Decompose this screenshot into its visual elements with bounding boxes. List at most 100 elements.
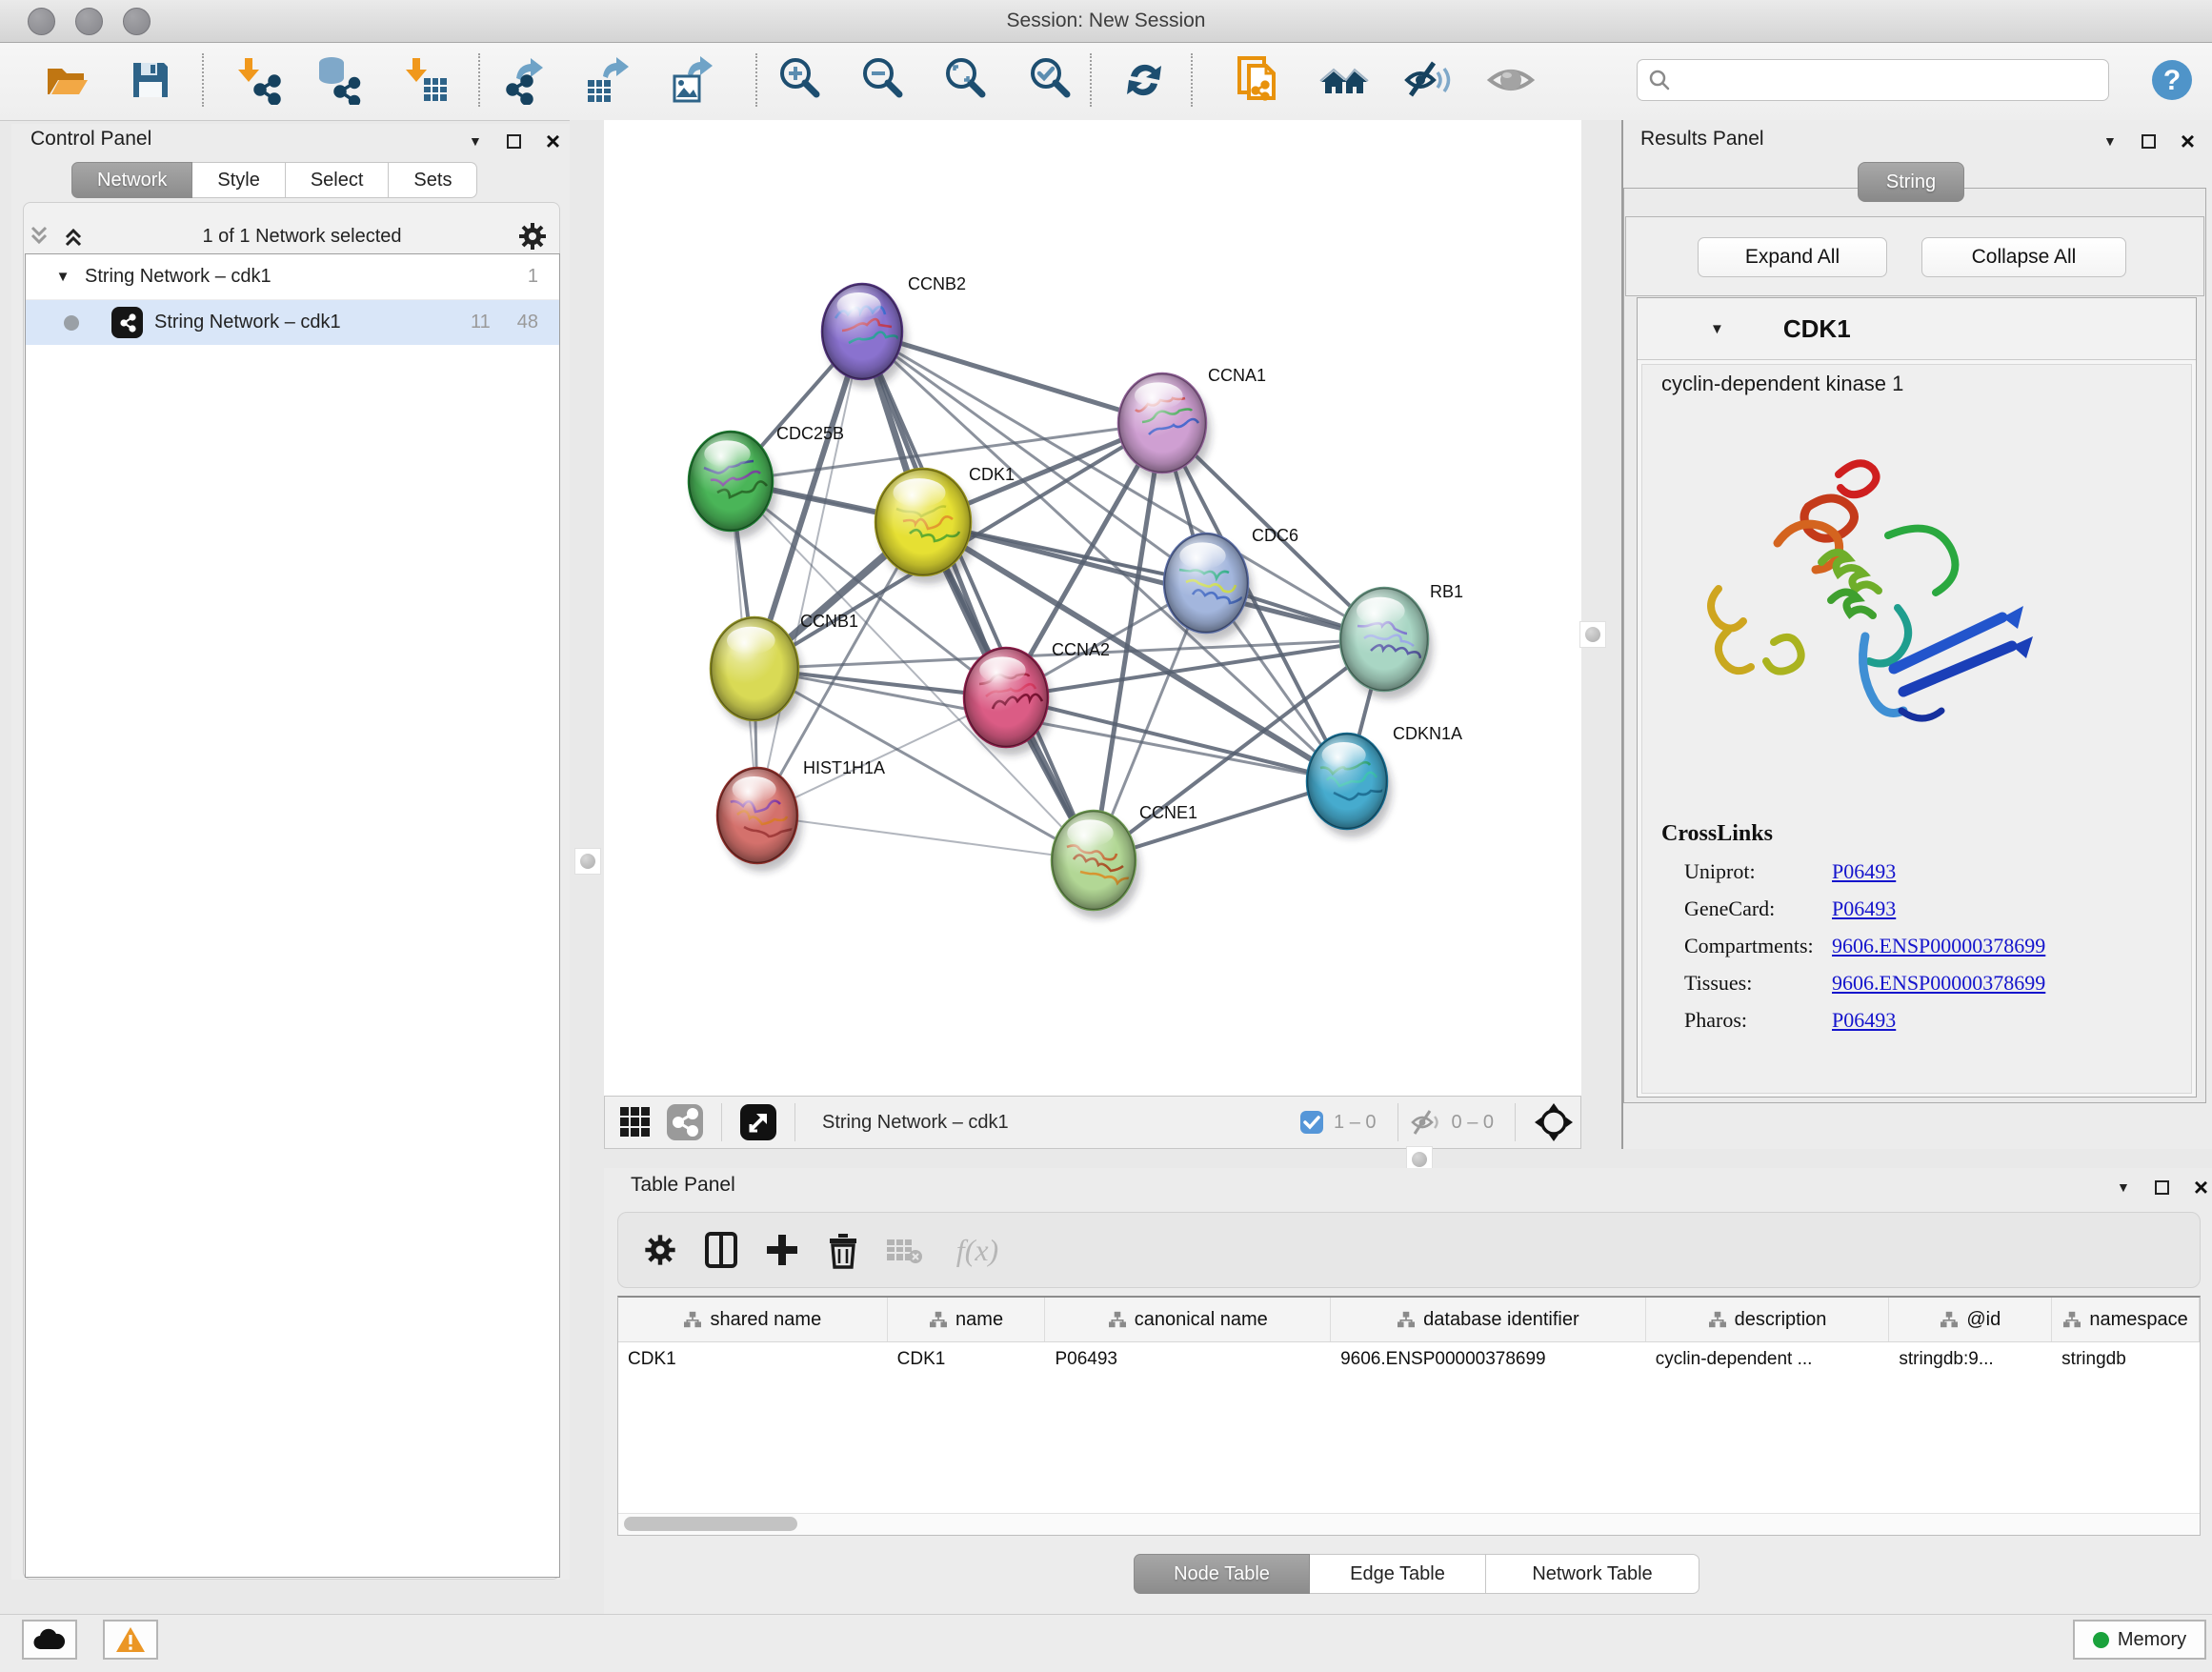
network-collection-row[interactable]: ▼ String Network – cdk1 1 [26, 254, 559, 300]
table-cell[interactable]: stringdb:9... [1889, 1342, 2052, 1380]
panel-float-icon[interactable] [507, 134, 521, 149]
node-HIST1H1A[interactable]: HIST1H1A [717, 758, 885, 872]
tab-network[interactable]: Network [71, 162, 192, 198]
node-CCNE1[interactable]: CCNE1 [1052, 803, 1197, 918]
node-RB1[interactable]: RB1 [1340, 582, 1463, 699]
column-header-description[interactable]: description [1646, 1298, 1890, 1341]
import-network-database-button[interactable] [312, 53, 365, 107]
show-hide-panel-button[interactable] [1401, 53, 1455, 107]
panel-float-icon[interactable] [2142, 134, 2156, 149]
panel-menu-icon[interactable]: ▼ [2117, 1180, 2130, 1194]
expand-all-button[interactable]: Expand All [1698, 237, 1887, 277]
zoom-fit-button[interactable] [939, 53, 993, 107]
panel-close-icon[interactable]: × [2194, 1178, 2208, 1198]
search-field[interactable] [1637, 59, 2109, 101]
table-cell[interactable]: CDK1 [618, 1342, 888, 1380]
selected-checkbox-icon[interactable] [1299, 1110, 1324, 1135]
panel-float-icon[interactable] [2155, 1180, 2169, 1195]
tab-network-table[interactable]: Network Table [1486, 1554, 1699, 1594]
edges[interactable] [731, 332, 1384, 860]
column-header-canonical-name[interactable]: canonical name [1045, 1298, 1331, 1341]
column-header--id[interactable]: @id [1889, 1298, 2052, 1341]
column-header-name[interactable]: name [888, 1298, 1046, 1341]
help-button[interactable]: ? [2145, 53, 2199, 107]
birds-eye-toggle-button[interactable] [1527, 1092, 1580, 1153]
table-cell[interactable]: cyclin-dependent ... [1646, 1342, 1890, 1380]
tab-sets[interactable]: Sets [389, 162, 477, 198]
open-session-button[interactable] [40, 53, 93, 107]
results-tab-string[interactable]: String [1858, 162, 1964, 202]
memory-button[interactable]: Memory [2073, 1620, 2206, 1660]
table-row[interactable]: CDK1CDK1P064939606.ENSP00000378699cyclin… [618, 1342, 2200, 1380]
search-input[interactable] [1672, 69, 2108, 91]
crosslink-link[interactable]: P06493 [1832, 896, 1896, 921]
node-CDC6[interactable]: CDC6 [1164, 526, 1298, 641]
string-view-icon[interactable] [660, 1092, 710, 1153]
column-header-namespace[interactable]: namespace [2052, 1298, 2200, 1341]
section-collapse-icon[interactable]: ▼ [1710, 321, 1724, 337]
table-hscrollbar[interactable] [618, 1513, 2200, 1535]
table-cell[interactable]: stringdb [2052, 1342, 2200, 1380]
import-network-file-button[interactable] [231, 53, 285, 107]
delete-column-button[interactable] [813, 1219, 874, 1280]
collection-expand-icon[interactable]: ▼ [49, 269, 77, 285]
node-CCNA2[interactable]: CCNA2 [964, 640, 1110, 755]
expand-all-icon[interactable] [59, 224, 88, 249]
refresh-layout-button[interactable] [1117, 53, 1171, 107]
node-table[interactable]: shared namenamecanonical namedatabase id… [617, 1296, 2201, 1536]
tab-node-table[interactable]: Node Table [1134, 1554, 1310, 1594]
open-in-window-button[interactable] [734, 1092, 783, 1153]
crosslink-link[interactable]: P06493 [1832, 859, 1896, 884]
warnings-button[interactable] [103, 1620, 158, 1660]
node-CCNA1[interactable]: CCNA1 [1118, 366, 1266, 481]
tab-select[interactable]: Select [286, 162, 390, 198]
zoom-selected-button[interactable] [1024, 53, 1077, 107]
panel-menu-icon[interactable]: ▼ [2103, 134, 2117, 148]
export-network-button[interactable] [497, 53, 551, 107]
right-splitter-handle[interactable] [1579, 621, 1606, 648]
string-home-button[interactable] [1317, 53, 1371, 107]
add-column-button[interactable] [752, 1219, 813, 1280]
hscrollbar-thumb[interactable] [624, 1517, 797, 1531]
panel-close-icon[interactable]: × [2181, 131, 2195, 151]
table-cell[interactable]: CDK1 [888, 1342, 1046, 1380]
cloud-status-button[interactable] [22, 1620, 77, 1660]
column-header-shared-name[interactable]: shared name [618, 1298, 888, 1341]
birds-eye-view-button[interactable] [1484, 53, 1538, 107]
gear-icon[interactable] [516, 220, 549, 252]
edge-HIST1H1A-CCNE1[interactable] [757, 816, 1094, 860]
node-CCNB1[interactable]: CCNB1 [711, 612, 858, 729]
gene-section-header[interactable]: ▼ CDK1 [1638, 298, 2196, 360]
network-canvas[interactable]: CCNB2CCNA1CDC25BCDK1CDC6RB1CCNB1CCNA2CDK… [604, 120, 1581, 1096]
collapse-all-button[interactable]: Collapse All [1921, 237, 2126, 277]
zoom-out-button[interactable] [856, 53, 910, 107]
import-table-file-button[interactable] [399, 53, 452, 107]
tab-edge-table[interactable]: Edge Table [1310, 1554, 1486, 1594]
node-CCNB2[interactable]: CCNB2 [822, 274, 966, 388]
crosslink-link[interactable]: P06493 [1832, 1008, 1896, 1033]
edge-CCNB2-CCNE1[interactable] [862, 332, 1094, 860]
left-splitter-handle[interactable] [574, 848, 601, 875]
table-cell[interactable]: 9606.ENSP00000378699 [1331, 1342, 1646, 1380]
zoom-in-button[interactable] [774, 53, 827, 107]
tab-style[interactable]: Style [192, 162, 285, 198]
edge-CCNB2-CCNA1[interactable] [862, 332, 1162, 423]
hidden-eye-icon[interactable] [1410, 1108, 1442, 1137]
edge-CDK1-RB1[interactable] [923, 522, 1384, 639]
new-network-from-selection-button[interactable] [1233, 53, 1286, 107]
show-columns-button[interactable] [691, 1219, 752, 1280]
panel-close-icon[interactable]: × [546, 131, 560, 151]
crosslink-link[interactable]: 9606.ENSP00000378699 [1832, 971, 2045, 996]
table-settings-button[interactable] [630, 1219, 691, 1280]
node-CDKN1A[interactable]: CDKN1A [1307, 724, 1462, 837]
network-row[interactable]: String Network – cdk1 11 48 [26, 300, 559, 345]
crosslink-link[interactable]: 9606.ENSP00000378699 [1832, 934, 2045, 958]
table-cell[interactable]: P06493 [1045, 1342, 1331, 1380]
panel-menu-icon[interactable]: ▼ [469, 134, 482, 148]
grid-view-icon[interactable] [611, 1092, 660, 1153]
collapse-all-icon[interactable] [25, 224, 53, 249]
column-header-database-identifier[interactable]: database identifier [1331, 1298, 1646, 1341]
network-graph[interactable]: CCNB2CCNA1CDC25BCDK1CDC6RB1CCNB1CCNA2CDK… [604, 120, 1581, 1096]
save-session-button[interactable] [124, 53, 177, 107]
export-table-button[interactable] [580, 53, 633, 107]
